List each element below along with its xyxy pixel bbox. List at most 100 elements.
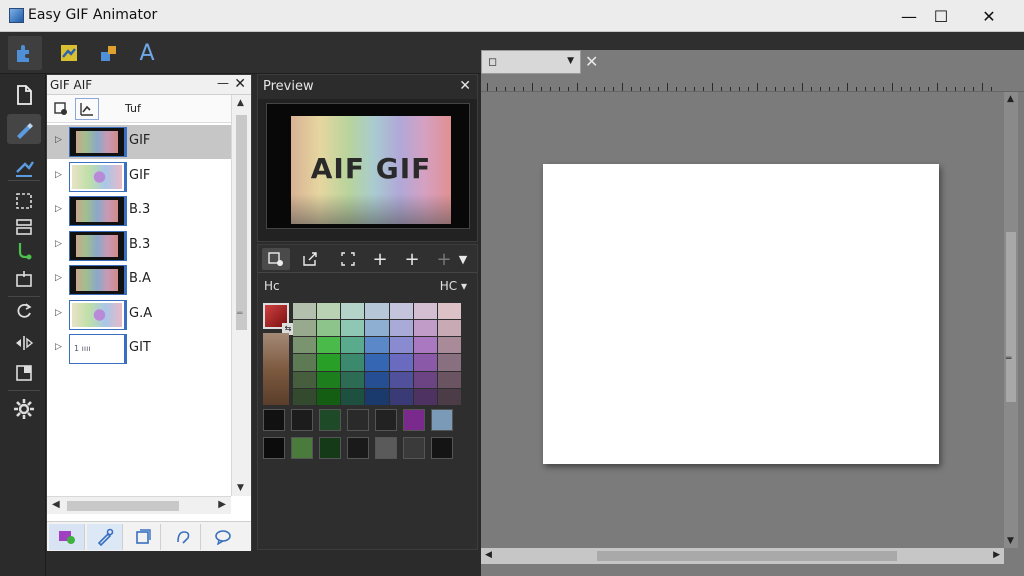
frame-thumbnail[interactable]: [69, 265, 125, 295]
palette-swatch[interactable]: [317, 337, 341, 354]
palette-swatch[interactable]: [437, 388, 461, 405]
new-file-icon[interactable]: [7, 80, 41, 110]
resize-icon[interactable]: [7, 358, 41, 388]
frame-thumbnail[interactable]: [69, 230, 125, 261]
palette-swatch[interactable]: [293, 388, 317, 405]
eyedropper-icon[interactable]: [7, 236, 41, 266]
palette-swatch[interactable]: [389, 354, 413, 371]
close-button[interactable]: ✕: [966, 0, 1012, 32]
flip-icon[interactable]: [7, 328, 41, 358]
palette-swatch[interactable]: [365, 354, 389, 371]
color-swatch[interactable]: [431, 437, 453, 459]
palette-swatch[interactable]: [293, 303, 317, 320]
zoom-frame-icon[interactable]: [49, 98, 73, 120]
chart-frame-icon[interactable]: [75, 98, 99, 120]
palette-swatch[interactable]: [341, 388, 365, 405]
rotate-icon[interactable]: [7, 296, 41, 326]
puzzle-icon[interactable]: [8, 36, 42, 70]
scroll-thumb[interactable]: [236, 115, 247, 330]
frame-row[interactable]: ▷ B.A: [47, 263, 231, 297]
line-icon[interactable]: [7, 152, 41, 182]
color-swatch[interactable]: [291, 409, 313, 431]
maximize-button[interactable]: ☐: [918, 0, 964, 32]
color-swatch[interactable]: [319, 437, 341, 459]
palette-swatch[interactable]: [293, 371, 317, 388]
scroll-up-icon[interactable]: ▲: [237, 98, 244, 108]
brush-icon[interactable]: [7, 114, 41, 144]
canvas-scroll-thumb[interactable]: [1006, 232, 1016, 402]
settings-icon[interactable]: [7, 394, 41, 424]
document-close-button[interactable]: ✕: [585, 52, 598, 71]
palette-swatch[interactable]: [413, 388, 437, 405]
color-swatch[interactable]: [347, 437, 369, 459]
image-edit-icon[interactable]: [52, 36, 86, 70]
expand-icon[interactable]: ▷: [55, 204, 62, 214]
palette-swatch[interactable]: [341, 303, 365, 320]
palette-swatch[interactable]: [413, 354, 437, 371]
palette-swatch[interactable]: [389, 303, 413, 320]
color-swatch[interactable]: [319, 409, 341, 431]
export-icon[interactable]: [296, 248, 324, 270]
chevron-down-icon[interactable]: ▼: [454, 248, 472, 270]
palette-swatch[interactable]: [365, 388, 389, 405]
color-swatch[interactable]: [291, 437, 313, 459]
scroll-down-icon[interactable]: ▼: [237, 483, 244, 493]
scroll-right-icon[interactable]: ▶: [218, 499, 226, 510]
scroll-left-icon[interactable]: ◀: [485, 550, 492, 560]
frame-thumbnail[interactable]: [69, 299, 125, 330]
palette-swatch[interactable]: [413, 303, 437, 320]
color-swatch[interactable]: [403, 437, 425, 459]
expand-icon[interactable]: ▷: [55, 342, 62, 352]
palette-swatch[interactable]: [317, 371, 341, 388]
palette-swatch[interactable]: [389, 388, 413, 405]
palette-swatch[interactable]: [437, 303, 461, 320]
frame-select-icon[interactable]: [334, 248, 362, 270]
pen-icon[interactable]: [87, 524, 123, 550]
canvas-horizontal-scrollbar[interactable]: ◀ ▶: [481, 548, 1004, 564]
frame-thumbnail[interactable]: [69, 196, 125, 226]
scroll-left-icon[interactable]: ◀: [52, 499, 60, 510]
frame-row[interactable]: ▷ GIF: [47, 160, 231, 194]
frame-row[interactable]: ▷ B.3: [47, 229, 231, 263]
palette-swatch[interactable]: [365, 371, 389, 388]
canvas-hscroll-thumb[interactable]: [597, 551, 897, 561]
add-frame-icon[interactable]: [262, 248, 290, 270]
expand-icon[interactable]: ▷: [55, 273, 62, 283]
palette-swatch[interactable]: [437, 354, 461, 371]
palette-swatch[interactable]: [365, 320, 389, 337]
duplicate-icon[interactable]: [125, 524, 161, 550]
scroll-up-icon[interactable]: ▲: [1007, 94, 1014, 104]
palette-swatch[interactable]: [365, 337, 389, 354]
frame-thumbnail[interactable]: [69, 127, 125, 157]
palette-swatch[interactable]: [341, 354, 365, 371]
palette-swatch[interactable]: [389, 337, 413, 354]
palette-swatch[interactable]: [293, 320, 317, 337]
palette-swatch[interactable]: [437, 371, 461, 388]
frame-row[interactable]: ▷ 1 ıııı GIT: [47, 332, 231, 366]
frame-row[interactable]: ▷ G.A: [47, 298, 231, 332]
preview-close-button[interactable]: ✕: [459, 78, 471, 94]
scroll-right-icon[interactable]: ▶: [993, 550, 1000, 560]
chevron-down-icon[interactable]: ▼: [567, 56, 574, 66]
palette-swatch[interactable]: [413, 337, 437, 354]
palette-swatch[interactable]: [437, 320, 461, 337]
frame-thumbnail[interactable]: [69, 161, 125, 192]
frame-thumbnail[interactable]: 1 ıııı: [69, 334, 125, 364]
plus-icon[interactable]: +: [366, 248, 394, 270]
color-swatch[interactable]: [347, 409, 369, 431]
palette-swatch[interactable]: [341, 320, 365, 337]
frames-vertical-scrollbar[interactable]: ▲ ═ ▼: [231, 95, 251, 496]
expand-icon[interactable]: ▷: [55, 308, 62, 318]
layer-color-icon[interactable]: [49, 524, 85, 550]
canvas-vertical-scrollbar[interactable]: ▲ ═ ▼: [1004, 92, 1018, 548]
color-swatch[interactable]: [375, 437, 397, 459]
panel-close-button[interactable]: ✕: [234, 76, 246, 92]
palette-swatch[interactable]: [341, 337, 365, 354]
image-canvas[interactable]: [543, 164, 939, 464]
shapes-icon[interactable]: [92, 36, 126, 70]
document-tab[interactable]: ◻ ▼: [481, 50, 581, 74]
crop-icon[interactable]: [7, 264, 41, 294]
color-swatch[interactable]: [431, 409, 453, 431]
color-swatch[interactable]: [263, 409, 285, 431]
expand-icon[interactable]: ▷: [55, 239, 62, 249]
